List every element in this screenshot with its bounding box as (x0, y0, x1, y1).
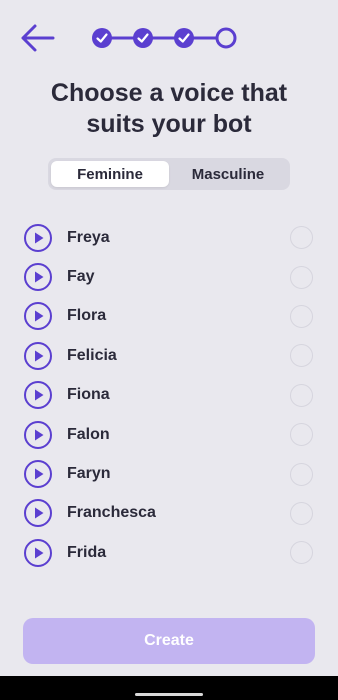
play-icon (24, 302, 52, 331)
play-button[interactable] (23, 420, 53, 450)
voice-row-fay[interactable]: Fay (0, 257, 338, 296)
voice-radio[interactable] (290, 423, 313, 447)
play-icon (24, 538, 52, 567)
voice-gender-toggle: Feminine Masculine (48, 158, 290, 190)
voice-row-felicia[interactable]: Felicia (0, 336, 338, 375)
voice-row-faryn[interactable]: Faryn (0, 454, 338, 493)
voice-name: Fay (67, 268, 95, 286)
voice-name: Flora (67, 307, 107, 325)
play-icon (24, 223, 52, 252)
voice-radio[interactable] (290, 304, 313, 328)
voice-name: Felicia (67, 346, 117, 364)
voice-radio[interactable] (290, 344, 313, 368)
play-icon (24, 499, 52, 528)
page-title-line-2: suits your bot (86, 110, 252, 138)
play-button[interactable] (23, 380, 53, 410)
play-button[interactable] (23, 262, 53, 292)
play-icon (24, 263, 52, 292)
voice-radio[interactable] (290, 383, 313, 407)
voice-name: Falon (67, 425, 110, 443)
play-icon (24, 420, 52, 449)
tab-feminine[interactable]: Feminine (51, 161, 169, 187)
voice-name: Frida (67, 543, 107, 561)
play-icon (24, 381, 52, 410)
play-button[interactable] (23, 459, 53, 489)
voice-radio[interactable] (290, 265, 313, 289)
voice-list: Freya Fay Flora Felicia Fiona Falon Fary… (0, 218, 338, 573)
play-button[interactable] (23, 341, 53, 371)
voice-row-frida[interactable]: Frida (0, 533, 338, 572)
voice-row-fiona[interactable]: Fiona (0, 376, 338, 415)
play-icon (24, 460, 52, 489)
voice-radio[interactable] (290, 462, 313, 486)
voice-radio[interactable] (290, 541, 313, 565)
tab-masculine[interactable]: Masculine (169, 161, 287, 187)
system-nav-bar (0, 676, 338, 700)
play-button[interactable] (23, 538, 53, 568)
step-3-done (174, 28, 194, 48)
step-1-done (92, 28, 112, 48)
play-button[interactable] (23, 498, 53, 528)
arrow-left-icon (21, 24, 55, 52)
play-icon (24, 341, 52, 370)
home-indicator[interactable] (135, 693, 203, 696)
step-4-current (215, 27, 237, 49)
page-title-line-1: Choose a voice that (50, 79, 288, 107)
voice-name: Fiona (67, 386, 110, 404)
top-bar (0, 0, 338, 76)
progress-stepper (92, 27, 237, 49)
voice-name: Franchesca (67, 504, 156, 522)
voice-name: Faryn (67, 465, 111, 483)
voice-row-falon[interactable]: Falon (0, 415, 338, 454)
page-title: Choose a voice that suits your bot (0, 78, 338, 140)
voice-name: Freya (67, 228, 110, 246)
play-button[interactable] (23, 223, 53, 253)
voice-radio[interactable] (290, 501, 313, 525)
voice-row-flora[interactable]: Flora (0, 297, 338, 336)
back-button[interactable] (18, 20, 56, 56)
voice-row-franchesca[interactable]: Franchesca (0, 494, 338, 533)
voice-row-freya[interactable]: Freya (0, 218, 338, 257)
step-2-done (133, 28, 153, 48)
play-button[interactable] (23, 301, 53, 331)
create-button[interactable]: Create (23, 618, 315, 664)
voice-radio[interactable] (290, 226, 313, 250)
